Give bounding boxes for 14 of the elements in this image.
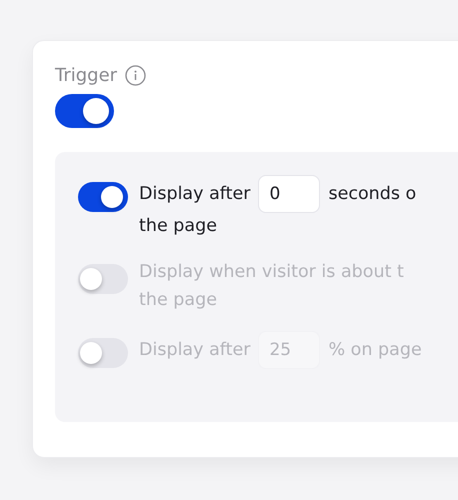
option-text: Display after [139,184,250,204]
option-text: Display after [139,340,250,360]
option-text: Display when visitor is about t [139,262,404,282]
number-field[interactable]: 0 [258,175,320,213]
info-icon [125,65,146,86]
trigger-toggle[interactable] [55,94,114,128]
option-toggle[interactable] [78,264,128,294]
trigger-label: Trigger [55,65,118,86]
option-text: % on page [328,340,422,360]
option-toggle[interactable] [78,182,128,212]
option-text: the page [139,290,217,310]
option-toggle[interactable] [78,338,128,368]
option-text: seconds o [328,184,416,204]
option-text: the page [139,216,217,236]
